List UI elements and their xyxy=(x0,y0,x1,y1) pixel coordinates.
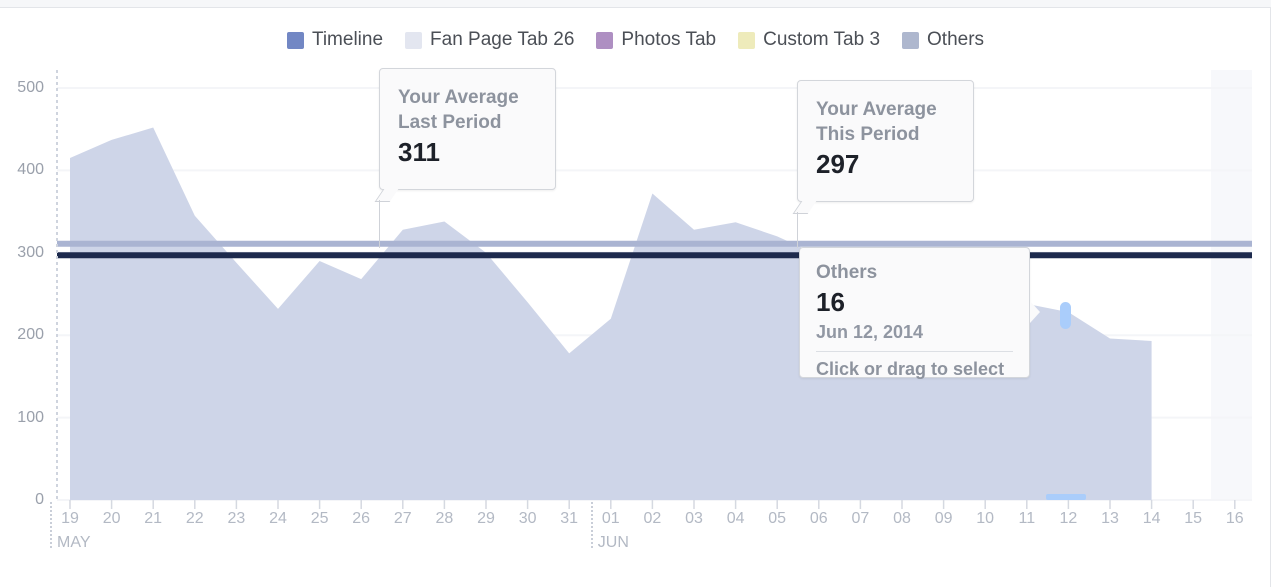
x-axis-tick-label[interactable]: 15 xyxy=(1173,510,1213,528)
x-axis-month-label: JUN xyxy=(597,534,629,551)
x-axis-tick-label[interactable]: 20 xyxy=(92,510,132,528)
legend-item-label: Photos Tab xyxy=(621,29,717,50)
x-axis-tick-label[interactable]: 29 xyxy=(466,510,506,528)
x-axis-tick-label[interactable]: 10 xyxy=(965,510,1005,528)
x-axis-tick-label[interactable]: 07 xyxy=(840,510,880,528)
legend-item-custom-tab-3[interactable]: Custom Tab 3 xyxy=(738,30,880,50)
x-axis-tick-label[interactable]: 04 xyxy=(716,510,756,528)
x-axis-tick-label[interactable]: 25 xyxy=(300,510,340,528)
tooltip-pointer-icon xyxy=(1030,301,1040,323)
tooltip-divider xyxy=(816,351,1013,352)
avg-this-period-callout: Your Average This Period 297 xyxy=(797,80,974,202)
out-of-range-band xyxy=(1211,70,1252,500)
x-axis-tick-label[interactable]: 12 xyxy=(1048,510,1088,528)
legend-swatch-icon xyxy=(286,31,304,49)
tooltip-series-name: Others xyxy=(816,262,878,283)
legend-item-label: Custom Tab 3 xyxy=(763,29,881,50)
chart-canvas[interactable] xyxy=(0,70,1271,510)
tooltip-value: 16 xyxy=(816,287,845,317)
hover-point-marker[interactable] xyxy=(1060,302,1071,329)
avg-this-period-value: 297 xyxy=(816,149,860,179)
legend-item-photos-tab[interactable]: Photos Tab xyxy=(596,30,716,50)
x-axis-tick-label[interactable]: 06 xyxy=(799,510,839,528)
data-point-tooltip[interactable]: Others 16 Jun 12, 2014 Click or drag to … xyxy=(799,247,1030,379)
x-axis-tick-label[interactable]: 13 xyxy=(1090,510,1130,528)
avg-last-period-callout: Your Average Last Period 311 xyxy=(379,68,556,190)
legend-swatch-icon xyxy=(405,31,423,49)
analytics-chart-page: Timeline Fan Page Tab 26 Photos Tab Custom … xyxy=(0,0,1271,587)
x-axis-tick-label[interactable]: 19 xyxy=(50,510,90,528)
x-axis-tick-label[interactable]: 11 xyxy=(1007,510,1047,528)
x-axis-tick-label[interactable]: 02 xyxy=(632,510,672,528)
x-axis-tick-label[interactable]: 08 xyxy=(882,510,922,528)
avg-this-period-title: Your Average This Period xyxy=(816,99,937,145)
y-axis-tick-label: 200 xyxy=(17,326,44,344)
x-axis: 19 20 21 22 23 24 25 26 27 28 29 30 31 01 02 03 04 05 06 07… xyxy=(0,500,1271,580)
avg-last-period-callout-stem xyxy=(379,200,380,248)
month-boundary-divider xyxy=(50,502,52,548)
x-axis-tick-label[interactable]: 26 xyxy=(341,510,381,528)
tooltip-hint: Click or drag to select xyxy=(816,359,1005,379)
x-axis-tick-label[interactable]: 23 xyxy=(216,510,256,528)
legend-item-timeline[interactable]: Timeline xyxy=(286,29,384,50)
legend-item-others[interactable]: Others xyxy=(902,30,984,50)
x-axis-month-label: MAY xyxy=(57,534,91,551)
x-axis-tick-label[interactable]: 21 xyxy=(133,510,173,528)
x-axis-tick-label[interactable]: 09 xyxy=(924,510,964,528)
y-axis-tick-label: 100 xyxy=(17,408,44,426)
top-chrome-strip xyxy=(0,0,1271,8)
y-axis-tick-label: 300 xyxy=(17,243,44,261)
legend-item-label: Fan Page Tab 26 xyxy=(430,29,575,50)
x-axis-tick-label[interactable]: 05 xyxy=(757,510,797,528)
legend-item-label: Timeline xyxy=(311,29,384,50)
x-axis-tick-label[interactable]: 03 xyxy=(674,510,714,528)
legend-swatch-icon xyxy=(902,31,920,49)
selection-range-handle[interactable] xyxy=(1046,494,1086,500)
legend-swatch-icon xyxy=(596,31,614,49)
avg-last-period-value: 311 xyxy=(398,137,440,167)
avg-last-period-title: Your Average Last Period xyxy=(398,87,519,133)
x-axis-tick-label[interactable]: 27 xyxy=(383,510,423,528)
x-axis-tick-label[interactable]: 30 xyxy=(508,510,548,528)
x-axis-tick-label[interactable]: 01 xyxy=(591,510,631,528)
legend-item-fan-page-tab-26[interactable]: Fan Page Tab 26 xyxy=(405,30,574,50)
tooltip-date: Jun 12, 2014 xyxy=(816,322,924,342)
x-axis-tick-label[interactable]: 22 xyxy=(175,510,215,528)
y-axis-tick-label: 500 xyxy=(17,79,44,96)
y-axis-tick-label: 400 xyxy=(17,161,44,179)
x-axis-tick-label[interactable]: 14 xyxy=(1132,510,1172,528)
x-axis-tick-label[interactable]: 16 xyxy=(1215,510,1255,528)
month-boundary-divider xyxy=(590,502,593,548)
x-axis-tick-label[interactable]: 28 xyxy=(424,510,464,528)
legend-swatch-icon xyxy=(738,31,756,49)
legend-item-label: Others xyxy=(927,29,985,50)
chart-legend: Timeline Fan Page Tab 26 Photos Tab Custom … xyxy=(0,30,1271,50)
x-axis-tick-label[interactable]: 31 xyxy=(549,510,589,528)
avg-this-period-callout-stem xyxy=(797,212,798,248)
x-axis-tick-label[interactable]: 24 xyxy=(258,510,298,528)
chart-plot-area[interactable]: 500 400 300 200 100 0 xyxy=(0,70,1271,510)
